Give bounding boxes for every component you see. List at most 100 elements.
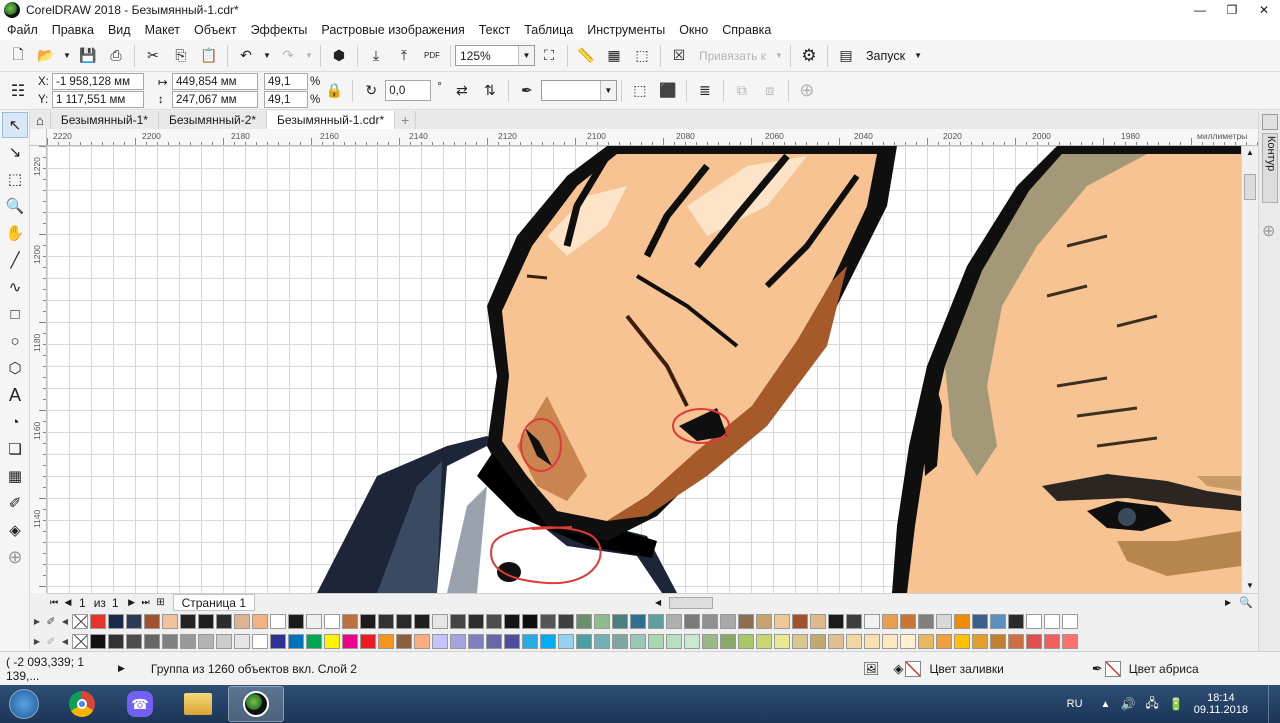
color-swatch[interactable]: [1044, 613, 1060, 629]
scroll-up-icon[interactable]: ▲: [1243, 146, 1257, 160]
taskbar-chrome[interactable]: [54, 686, 110, 722]
color-swatch[interactable]: [288, 633, 304, 649]
snap-off-icon[interactable]: ☒: [667, 44, 691, 68]
lock-ratio-icon[interactable]: 🔒: [322, 79, 346, 103]
color-swatch[interactable]: [900, 633, 916, 649]
color-swatch[interactable]: [342, 613, 358, 629]
menu-text[interactable]: Текст: [474, 23, 519, 37]
color-swatch[interactable]: [954, 613, 970, 629]
polygon-tool-icon[interactable]: ⬡: [2, 355, 28, 381]
restore-button[interactable]: ❐: [1216, 0, 1248, 20]
color-swatch[interactable]: [702, 633, 718, 649]
tab-document-1[interactable]: Безымянный-1*: [51, 111, 159, 129]
next-page-icon[interactable]: ▶: [125, 597, 139, 608]
color-swatch[interactable]: [720, 633, 736, 649]
color-swatch[interactable]: [540, 613, 556, 629]
close-button[interactable]: ✕: [1248, 0, 1280, 20]
show-guidelines-icon[interactable]: ⬚: [630, 44, 654, 68]
color-swatch[interactable]: [144, 633, 160, 649]
open-folder-icon[interactable]: 📂: [34, 44, 58, 68]
color-swatch[interactable]: [108, 613, 124, 629]
zoom-tool-icon[interactable]: 🔍: [2, 193, 28, 219]
network-icon[interactable]: 🖧: [1145, 694, 1158, 715]
color-swatch[interactable]: [630, 633, 646, 649]
color-swatch[interactable]: [486, 633, 502, 649]
page-tab[interactable]: Страница 1: [172, 594, 255, 611]
color-swatch[interactable]: [936, 613, 952, 629]
crop-tool-icon[interactable]: ⬚: [2, 166, 28, 192]
scroll-left-icon[interactable]: ◀: [655, 598, 665, 607]
color-swatch[interactable]: [720, 613, 736, 629]
color-swatch[interactable]: [918, 613, 934, 629]
color-swatch[interactable]: [972, 633, 988, 649]
color-swatch[interactable]: [1062, 613, 1078, 629]
tray-expand-icon[interactable]: ▲: [1101, 699, 1111, 710]
ruler-corner[interactable]: [30, 129, 47, 146]
color-swatch[interactable]: [702, 613, 718, 629]
rectangle-tool-icon[interactable]: □: [2, 301, 28, 327]
color-swatch[interactable]: [954, 633, 970, 649]
height-field[interactable]: 247,067 мм: [172, 91, 258, 108]
color-swatch[interactable]: [126, 633, 142, 649]
color-swatch[interactable]: [324, 613, 340, 629]
color-swatch[interactable]: [990, 613, 1006, 629]
add-plus-icon[interactable]: ⊕: [795, 79, 819, 103]
color-swatch[interactable]: [252, 613, 268, 629]
color-swatch[interactable]: [666, 633, 682, 649]
launch-button-label[interactable]: Запуск: [866, 49, 905, 63]
color-swatch[interactable]: [468, 633, 484, 649]
color-swatch[interactable]: [738, 633, 754, 649]
prev-page-icon[interactable]: ◀: [61, 597, 75, 608]
palette-menu-icon[interactable]: ▶: [30, 617, 44, 626]
publish-pdf-icon[interactable]: PDF: [420, 44, 444, 68]
color-swatch[interactable]: [810, 633, 826, 649]
undo-icon[interactable]: ↶: [234, 44, 258, 68]
transparency-tool-icon[interactable]: ▦: [2, 463, 28, 489]
color-swatch[interactable]: [558, 633, 574, 649]
color-swatch[interactable]: [414, 633, 430, 649]
color-swatch[interactable]: [180, 633, 196, 649]
show-rulers-icon[interactable]: 📏: [574, 44, 598, 68]
color-swatch[interactable]: [324, 633, 340, 649]
export-icon[interactable]: ⤒: [392, 44, 416, 68]
color-swatch[interactable]: [1026, 633, 1042, 649]
redo-icon[interactable]: ↷: [276, 44, 300, 68]
color-swatch[interactable]: [756, 633, 772, 649]
palette-eyedropper-icon[interactable]: ✐: [44, 615, 58, 628]
color-swatch[interactable]: [216, 633, 232, 649]
color-swatch[interactable]: [144, 613, 160, 629]
color-swatch[interactable]: [378, 633, 394, 649]
color-swatch[interactable]: [306, 633, 322, 649]
docker-tab-outline[interactable]: Контур: [1262, 133, 1278, 203]
color-swatch[interactable]: [288, 613, 304, 629]
last-page-icon[interactable]: ⏭: [139, 597, 153, 608]
color-swatch[interactable]: [990, 633, 1006, 649]
horizontal-ruler[interactable]: 2220 2200 2180 2160 2140 2120 2100 2080 …: [47, 129, 1258, 146]
color-swatch[interactable]: [756, 613, 772, 629]
color-swatch[interactable]: [504, 633, 520, 649]
menu-bitmaps[interactable]: Растровые изображения: [316, 23, 473, 37]
palette-scroll-left-icon[interactable]: ◀: [58, 637, 72, 646]
color-swatch[interactable]: [270, 613, 286, 629]
color-swatch[interactable]: [198, 613, 214, 629]
width-field[interactable]: 449,854 мм: [172, 73, 258, 90]
trim-icon[interactable]: ⬛: [656, 79, 680, 103]
docker-add-icon[interactable]: ⊕: [1262, 221, 1275, 241]
add-page-icon[interactable]: ⊞: [153, 597, 169, 608]
color-swatch[interactable]: [594, 633, 610, 649]
vertical-scrollbar[interactable]: ▲ ▼: [1241, 146, 1258, 593]
cut-icon[interactable]: ✂: [141, 44, 165, 68]
search-content-icon[interactable]: ⬢: [327, 44, 351, 68]
redo-dropdown-icon[interactable]: ▼: [304, 44, 314, 68]
palette-scroll-left-icon[interactable]: ◀: [58, 617, 72, 626]
color-swatch[interactable]: [846, 633, 862, 649]
clock[interactable]: 18:14 09.11.2018: [1194, 692, 1248, 716]
artistic-media-tool-icon[interactable]: ∿: [2, 274, 28, 300]
menu-layout[interactable]: Макет: [140, 23, 189, 37]
import-icon[interactable]: ⤓: [364, 44, 388, 68]
color-swatch[interactable]: [432, 613, 448, 629]
color-swatch[interactable]: [540, 633, 556, 649]
color-swatch[interactable]: [360, 613, 376, 629]
status-expand-icon[interactable]: ▶: [118, 663, 125, 674]
color-swatch[interactable]: [774, 633, 790, 649]
